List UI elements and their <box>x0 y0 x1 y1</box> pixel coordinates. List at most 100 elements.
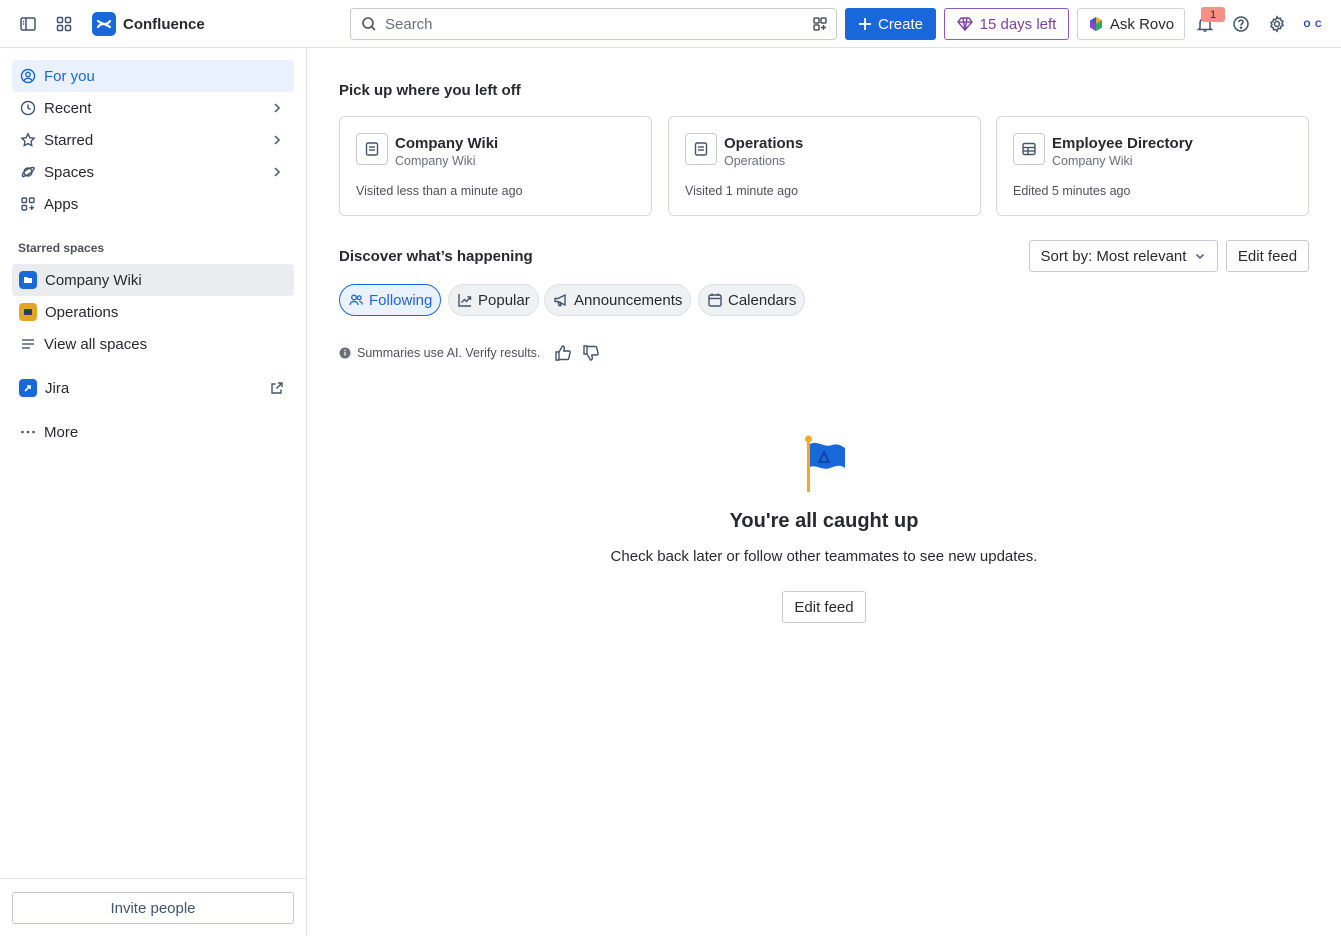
tab-label: Popular <box>478 291 530 309</box>
thumbs-up-icon[interactable] <box>554 344 572 362</box>
trial-button[interactable]: 15 days left <box>944 8 1069 40</box>
jira-label: Jira <box>45 379 70 397</box>
notification-badge: 1 <box>1201 7 1225 22</box>
sidebar-item-label: Starred <box>44 131 94 149</box>
user-circle-icon <box>20 68 36 84</box>
confluence-logo-icon <box>92 12 116 36</box>
card-subtitle: Company Wiki <box>1052 154 1133 168</box>
space-label: Company Wiki <box>45 271 142 289</box>
create-button[interactable]: Create <box>845 8 936 40</box>
planet-icon <box>20 164 36 180</box>
calendar-icon <box>708 293 722 307</box>
space-label: Operations <box>45 303 119 321</box>
jira-icon <box>19 379 37 397</box>
app-name: Confluence <box>123 15 205 33</box>
chevron-right-icon[interactable] <box>270 133 284 151</box>
app-switcher-icon[interactable] <box>52 12 76 36</box>
card-title: Employee Directory <box>1052 135 1193 152</box>
main-content: Pick up where you left off Company Wiki … <box>307 48 1341 936</box>
search-input[interactable]: Search <box>350 8 837 40</box>
empty-state-title: You're all caught up <box>729 510 919 532</box>
trend-icon <box>458 294 472 307</box>
list-icon <box>20 336 36 352</box>
chevron-right-icon[interactable] <box>270 101 284 119</box>
ask-rovo-button[interactable]: Ask Rovo <box>1077 8 1185 40</box>
sidebar-item-label: Recent <box>44 99 92 117</box>
sidebar-toggle-icon[interactable] <box>16 12 40 36</box>
confluence-logo[interactable]: Confluence <box>92 12 205 36</box>
recent-card[interactable]: Employee Directory Company Wiki Edited 5… <box>996 116 1309 216</box>
sidebar-item-recent[interactable]: Recent <box>12 92 294 124</box>
ai-disclaimer: Summaries use AI. Verify results. <box>339 344 600 362</box>
sidebar-item-label: Apps <box>44 195 79 213</box>
clock-icon <box>20 100 36 116</box>
sidebar-space-company-wiki[interactable]: Company Wiki <box>12 264 294 296</box>
rovo-icon <box>1089 17 1102 31</box>
more-dots-icon <box>20 424 36 440</box>
search-icon <box>362 17 376 31</box>
sidebar-item-label: For you <box>44 67 95 85</box>
sidebar-item-apps[interactable]: Apps <box>12 188 294 220</box>
company-wiki-space-icon <box>19 271 37 289</box>
apps-icon <box>20 196 36 212</box>
tab-label: Calendars <box>728 291 797 309</box>
tab-announcements[interactable]: Announcements <box>544 284 692 316</box>
card-meta: Visited 1 minute ago <box>685 184 799 198</box>
sidebar-item-for-you[interactable]: For you <box>12 60 294 92</box>
ask-rovo-label: Ask Rovo <box>1109 15 1175 33</box>
sort-dropdown[interactable]: Sort by: Most relevant <box>1029 240 1218 272</box>
sort-label: Sort by: Most relevant <box>1040 247 1187 265</box>
empty-state-subtitle: Check back later or follow other teammat… <box>610 548 1038 565</box>
page-icon <box>356 133 388 165</box>
avatar[interactable]: O C <box>1301 12 1325 36</box>
tab-popular[interactable]: Popular <box>448 284 539 316</box>
more-label: More <box>44 423 79 441</box>
tab-calendars[interactable]: Calendars <box>698 284 806 316</box>
diamond-icon <box>956 17 973 32</box>
search-placeholder: Search <box>385 15 433 33</box>
sidebar-item-label: Spaces <box>44 163 95 181</box>
sidebar-space-operations[interactable]: Operations <box>12 296 294 328</box>
operations-space-icon <box>19 303 37 321</box>
tab-following[interactable]: Following <box>339 284 442 316</box>
edit-feed-button[interactable]: Edit feed <box>1226 240 1309 272</box>
sidebar-item-starred[interactable]: Starred <box>12 124 294 156</box>
sidebar-item-more[interactable]: More <box>12 416 294 448</box>
info-icon <box>339 347 351 359</box>
recent-card[interactable]: Operations Operations Visited 1 minute a… <box>668 116 981 216</box>
database-icon <box>1013 133 1045 165</box>
chevron-right-icon[interactable] <box>270 165 284 183</box>
settings-gear-icon[interactable] <box>1265 12 1289 36</box>
starred-spaces-heading: Starred spaces <box>18 241 105 255</box>
card-title: Company Wiki <box>395 135 499 152</box>
chevron-down-icon <box>1196 253 1205 260</box>
star-icon <box>20 132 36 148</box>
edit-feed-button[interactable]: Edit feed <box>782 591 866 623</box>
ai-note-text: Summaries use AI. Verify results. <box>357 346 541 360</box>
trial-label: 15 days left <box>979 15 1057 33</box>
page-icon <box>685 133 717 165</box>
sidebar-view-all-spaces[interactable]: View all spaces <box>12 328 294 360</box>
sidebar-footer: Invite people <box>0 878 306 936</box>
megaphone-icon <box>554 293 566 307</box>
tab-label: Following <box>369 291 433 309</box>
recent-card[interactable]: Company Wiki Company Wiki Visited less t… <box>339 116 652 216</box>
create-label: Create <box>877 15 924 33</box>
card-meta: Edited 5 minutes ago <box>1013 184 1131 198</box>
card-subtitle: Operations <box>724 154 786 168</box>
discover-heading: Discover what’s happening <box>339 248 533 265</box>
sidebar-item-jira[interactable]: Jira <box>12 372 294 404</box>
tab-label: Announcements <box>574 291 683 309</box>
card-subtitle: Company Wiki <box>395 154 476 168</box>
sidebar-item-spaces[interactable]: Spaces <box>12 156 294 188</box>
external-link-icon[interactable] <box>270 381 284 399</box>
card-title: Operations <box>724 135 804 152</box>
card-meta: Visited less than a minute ago <box>356 184 523 198</box>
people-icon <box>349 294 364 306</box>
thumbs-down-icon[interactable] <box>582 344 600 362</box>
help-icon[interactable] <box>1229 12 1253 36</box>
top-navigation-bar: Confluence Search Create 15 days left As… <box>0 0 1341 48</box>
invite-people-button[interactable]: Invite people <box>12 892 294 924</box>
view-all-spaces-label: View all spaces <box>44 335 148 353</box>
search-filter-icon[interactable] <box>812 16 828 35</box>
